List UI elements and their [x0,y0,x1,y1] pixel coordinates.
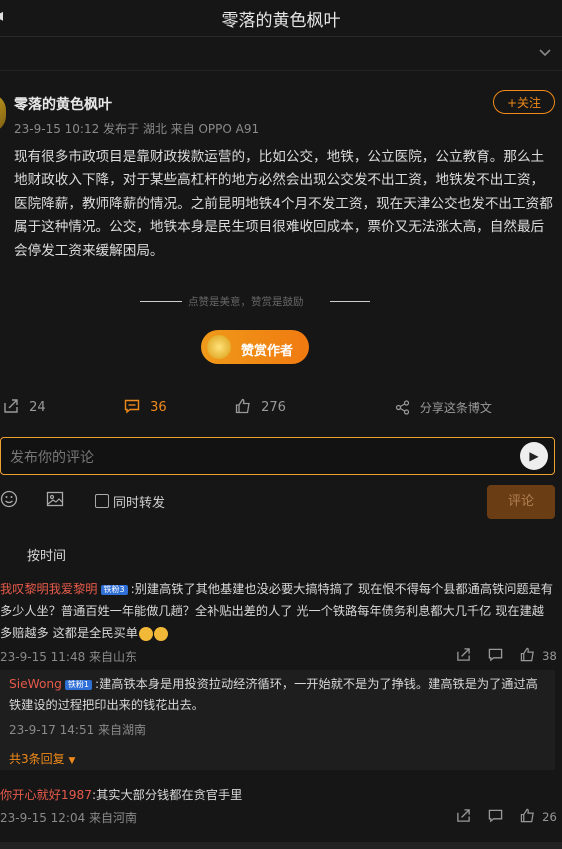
divider [0,842,562,849]
comment-meta: 23-9-15 12:04 来自河南 [0,811,138,825]
send-icon[interactable]: ▶ [520,442,548,470]
emoji-icon [138,626,153,641]
submit-comment-button[interactable]: 评论 [487,485,555,519]
sort-by-time[interactable]: 按时间 [27,545,66,564]
reply-meta: 23-9-17 14:51 来自湖南 [9,723,147,737]
reward-hint: 点赞是美意，赞赏是鼓励 [188,296,304,308]
reply-user[interactable]: SieWong [9,677,62,691]
like-count: 276 [261,400,286,415]
repost-checkbox[interactable] [95,494,109,508]
comment-count: 36 [150,400,167,415]
repost-icon[interactable] [456,808,471,827]
emoji-icon [153,626,168,641]
comment-icon [124,399,140,415]
post-meta: 23-9-15 10:12 发布于 湖北 来自 OPPO A91 [14,122,260,136]
post-author[interactable]: 零落的黄色枫叶 [14,94,112,114]
comment-text: :其实大部分钱都在贪官手里 [91,788,243,802]
share-label: 分享这条博文 [419,401,492,415]
comment-item: 我叹黎明我爱黎明 铁粉3:别建高铁了其他基建也没必要大搞特搞了 现在恨不得每个县都… [0,578,556,644]
comment-meta: 23-9-15 11:48 来自山东 [0,650,138,664]
fan-badge: 铁粉1 [64,679,92,690]
thumbs-up-icon [235,398,251,415]
repost-icon[interactable] [456,647,471,666]
emoji-icon[interactable] [0,490,18,513]
repost-count: 24 [29,400,46,415]
reply-item: SieWong 铁粉1:建高铁本身是用投资拉动经济循环，一开始就不是为了挣钱。建高… [9,674,549,716]
like-count: 38 [542,649,557,663]
more-replies-link[interactable]: 共3条回复 ▼ [9,750,75,767]
thumbs-up-icon [520,647,535,664]
post-body: 现有很多市政项目是靠财政拨款运营的，比如公交，地铁，公立医院，公立教育。那么土地… [14,149,553,259]
chevron-down-icon[interactable] [538,46,554,62]
page-title: 零落的黄色枫叶 [221,11,341,31]
like-button[interactable]: 276 [235,398,286,415]
repost-checkbox-label: 同时转发 [113,496,166,511]
fan-badge: 铁粉3 [100,584,128,595]
comment-placeholder: 发布你的评论 [10,450,94,466]
comment-item: 你开心就好1987:其实大部分钱都在贪官手里 [0,785,242,803]
reply-icon[interactable] [488,808,503,827]
like-button[interactable]: 38 [520,647,557,664]
share-button[interactable]: 分享这条博文 [395,399,492,416]
thumbs-up-icon [520,808,535,825]
comment-user[interactable]: 我叹黎明我爱黎明 [0,582,98,596]
divider [0,70,562,71]
image-icon[interactable] [46,490,64,513]
divider [140,301,182,302]
repost-button[interactable]: 24 [3,398,46,415]
caret-down-icon: ▼ [68,756,76,766]
more-replies-label: 共3条回复 [9,752,65,766]
comment-user[interactable]: 你开心就好1987 [0,788,92,802]
share-icon [395,400,410,415]
like-count: 26 [542,810,557,824]
comment-button[interactable]: 36 [124,398,167,415]
avatar[interactable] [0,94,6,132]
reward-button-label[interactable]: 赞赏作者 [241,340,293,359]
follow-button[interactable]: +关注 [493,90,555,114]
repost-icon [3,399,19,415]
like-button[interactable]: 26 [520,808,557,825]
coin-icon [207,335,231,359]
divider [330,301,370,302]
reply-icon[interactable] [488,647,503,666]
